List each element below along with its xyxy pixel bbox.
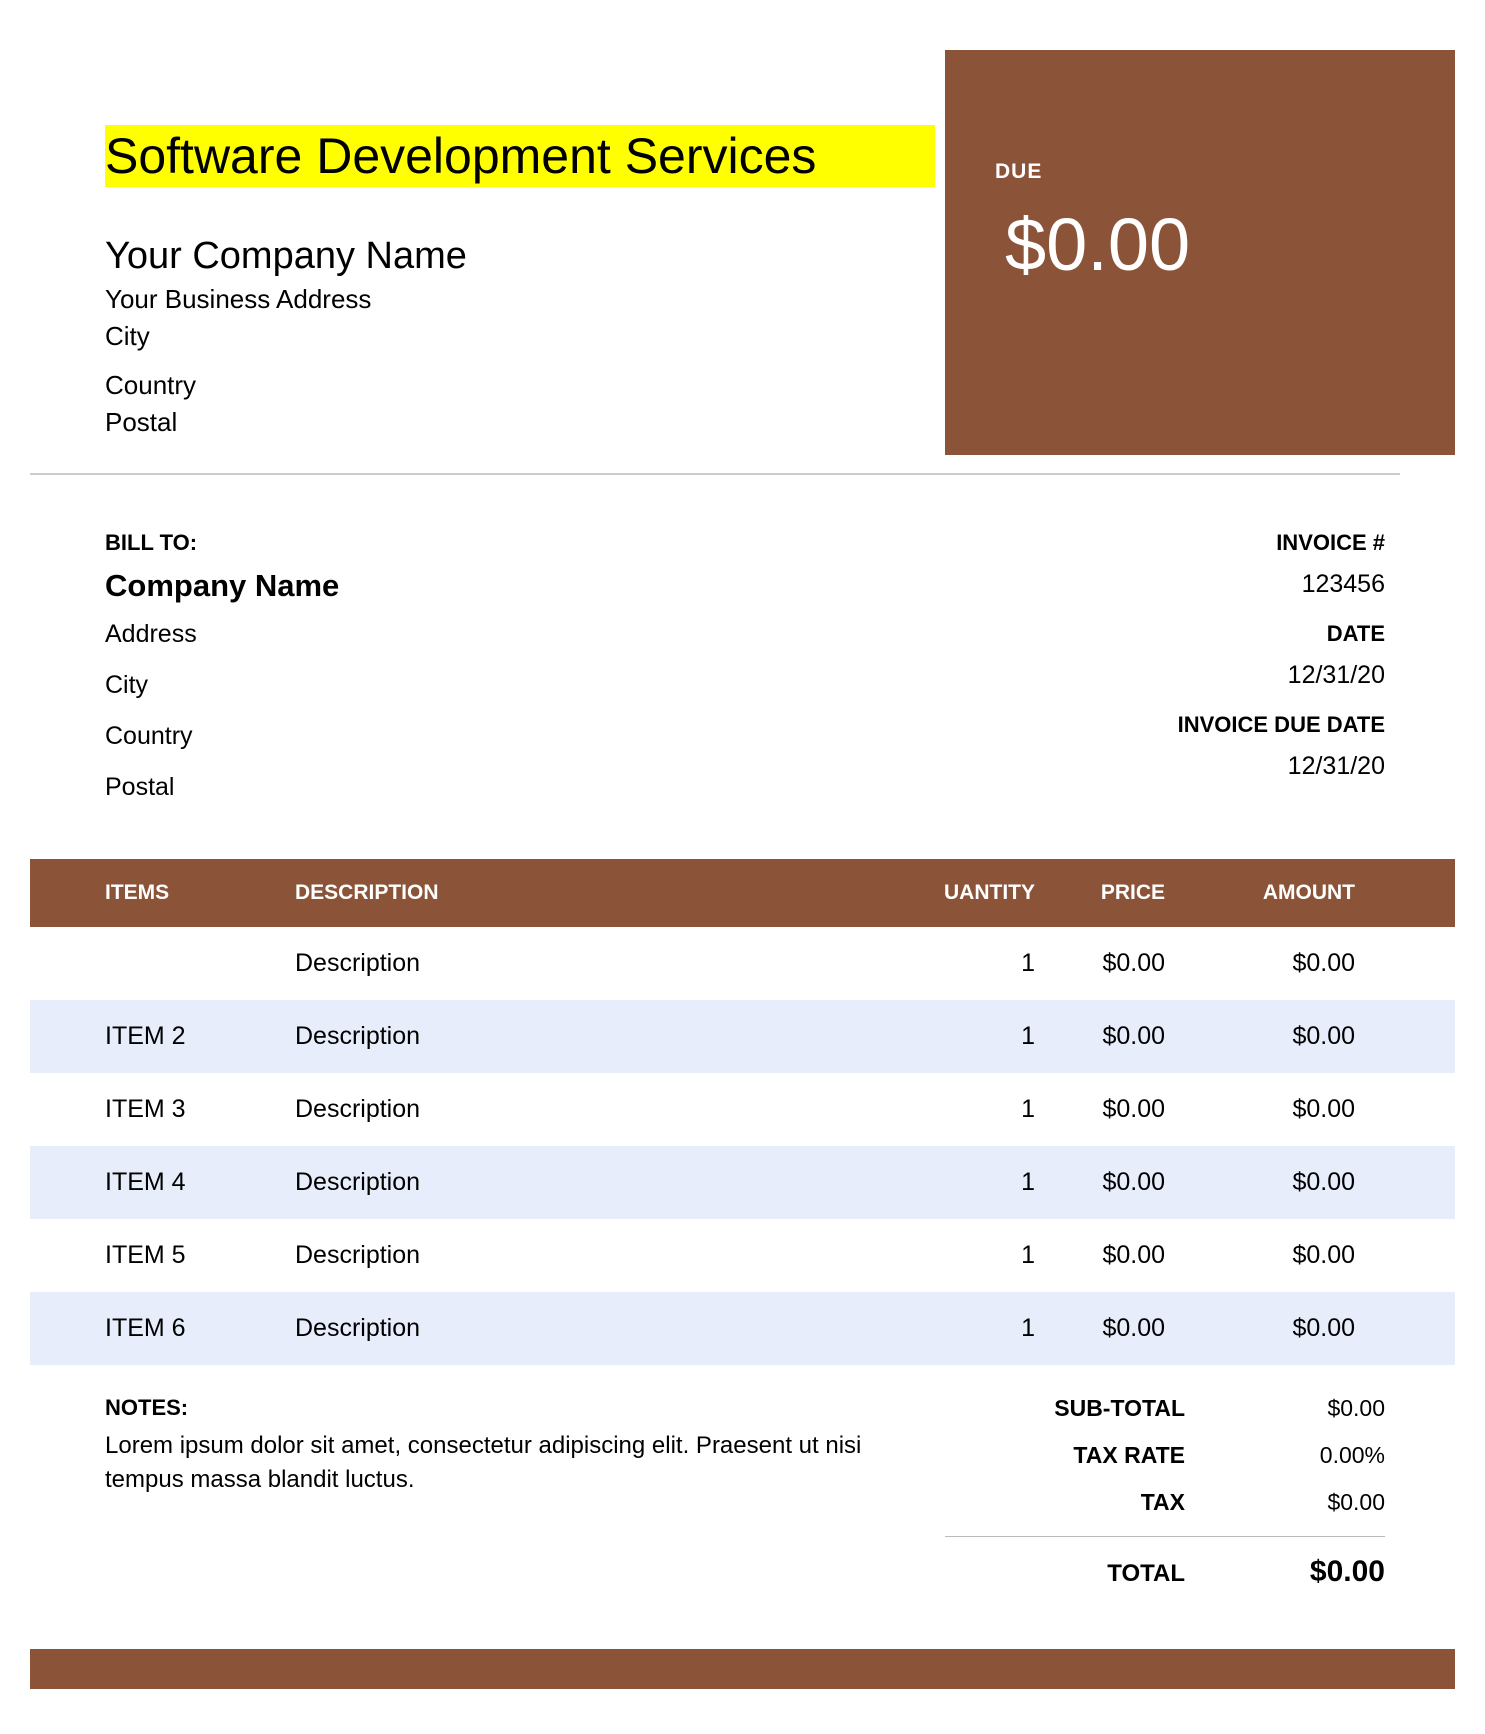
table-row: ITEM 2Description1$0.00$0.00 [30, 1000, 1455, 1073]
cell-price: $0.00 [1065, 1022, 1195, 1051]
tax-value: $0.00 [1185, 1489, 1385, 1516]
cell-amount: $0.00 [1195, 1241, 1425, 1270]
cell-amount: $0.00 [1195, 1168, 1425, 1197]
cell-description: Description [295, 949, 905, 978]
table-row: ITEM 4Description1$0.00$0.00 [30, 1146, 1455, 1219]
cell-description: Description [295, 1095, 905, 1124]
col-header-price: PRICE [1065, 881, 1195, 905]
notes-label: NOTES: [105, 1395, 885, 1421]
invoice-meta-block: INVOICE # 123456 DATE 12/31/20 INVOICE D… [1178, 530, 1385, 824]
cell-amount: $0.00 [1195, 1314, 1425, 1343]
bill-to-block: BILL TO: Company Name Address City Count… [105, 530, 1178, 824]
footer-bar [30, 1649, 1455, 1689]
cell-amount: $0.00 [1195, 949, 1425, 978]
cell-description: Description [295, 1022, 905, 1051]
bill-to-postal: Postal [105, 773, 1178, 802]
col-header-description: DESCRIPTION [295, 881, 905, 905]
bill-to-address: Address [105, 620, 1178, 649]
invoice-date-label: DATE [1178, 621, 1385, 647]
grand-total-line: TOTAL $0.00 [945, 1555, 1385, 1589]
cell-description: Description [295, 1168, 905, 1197]
table-row: ITEM 6Description1$0.00$0.00 [30, 1292, 1455, 1365]
col-header-items: ITEMS [105, 881, 295, 905]
cell-quantity: 1 [905, 1022, 1065, 1051]
cell-item: ITEM 2 [105, 1022, 295, 1051]
cell-price: $0.00 [1065, 1168, 1195, 1197]
table-row: Description1$0.00$0.00 [30, 927, 1455, 1000]
invoice-date: 12/31/20 [1178, 661, 1385, 690]
table-header-row: ITEMS DESCRIPTION UANTITY PRICE AMOUNT [30, 859, 1455, 927]
cell-description: Description [295, 1314, 905, 1343]
totals-divider [945, 1536, 1385, 1537]
bill-to-country: Country [105, 722, 1178, 751]
table-row: ITEM 5Description1$0.00$0.00 [30, 1219, 1455, 1292]
subtotal-value: $0.00 [1185, 1395, 1385, 1422]
grand-total-value: $0.00 [1185, 1555, 1385, 1589]
cell-price: $0.00 [1065, 949, 1195, 978]
bill-to-company: Company Name [105, 568, 1178, 604]
cell-quantity: 1 [905, 1241, 1065, 1270]
bill-to-city: City [105, 671, 1178, 700]
cell-amount: $0.00 [1195, 1022, 1425, 1051]
line-items-table: ITEMS DESCRIPTION UANTITY PRICE AMOUNT D… [30, 859, 1455, 1365]
bill-to-label: BILL TO: [105, 530, 1178, 556]
cell-price: $0.00 [1065, 1095, 1195, 1124]
invoice-due-date-label: INVOICE DUE DATE [1178, 712, 1385, 738]
subtotal-line: SUB-TOTAL $0.00 [945, 1395, 1385, 1422]
header: Software Development Services Your Compa… [30, 50, 1455, 438]
table-row: ITEM 3Description1$0.00$0.00 [30, 1073, 1455, 1146]
bill-section: BILL TO: Company Name Address City Count… [30, 475, 1455, 824]
due-box: DUE $0.00 [945, 50, 1455, 455]
tax-rate-label: TAX RATE [945, 1442, 1185, 1469]
invoice-number-label: INVOICE # [1178, 530, 1385, 556]
due-label: DUE [995, 160, 1455, 184]
cell-item: ITEM 5 [105, 1241, 295, 1270]
col-header-amount: AMOUNT [1195, 881, 1425, 905]
tax-rate-value: 0.00% [1185, 1442, 1385, 1469]
cell-item: ITEM 4 [105, 1168, 295, 1197]
notes-text: Lorem ipsum dolor sit amet, consectetur … [105, 1429, 885, 1496]
cell-quantity: 1 [905, 1314, 1065, 1343]
tax-rate-line: TAX RATE 0.00% [945, 1442, 1385, 1469]
cell-quantity: 1 [905, 949, 1065, 978]
tax-line: TAX $0.00 [945, 1489, 1385, 1516]
cell-price: $0.00 [1065, 1314, 1195, 1343]
invoice-number: 123456 [1178, 570, 1385, 599]
document-title: Software Development Services [105, 125, 935, 187]
cell-amount: $0.00 [1195, 1095, 1425, 1124]
notes-totals-section: NOTES: Lorem ipsum dolor sit amet, conse… [30, 1365, 1455, 1589]
subtotal-label: SUB-TOTAL [945, 1395, 1185, 1422]
notes-block: NOTES: Lorem ipsum dolor sit amet, conse… [105, 1395, 945, 1589]
invoice-due-date: 12/31/20 [1178, 752, 1385, 781]
cell-item: ITEM 6 [105, 1314, 295, 1343]
totals-block: SUB-TOTAL $0.00 TAX RATE 0.00% TAX $0.00… [945, 1395, 1385, 1589]
cell-price: $0.00 [1065, 1241, 1195, 1270]
cell-description: Description [295, 1241, 905, 1270]
col-header-quantity: UANTITY [905, 881, 1065, 905]
due-amount: $0.00 [1005, 202, 1455, 287]
cell-item [105, 949, 295, 978]
tax-label: TAX [945, 1489, 1185, 1516]
cell-quantity: 1 [905, 1095, 1065, 1124]
cell-quantity: 1 [905, 1168, 1065, 1197]
cell-item: ITEM 3 [105, 1095, 295, 1124]
grand-total-label: TOTAL [945, 1555, 1185, 1589]
